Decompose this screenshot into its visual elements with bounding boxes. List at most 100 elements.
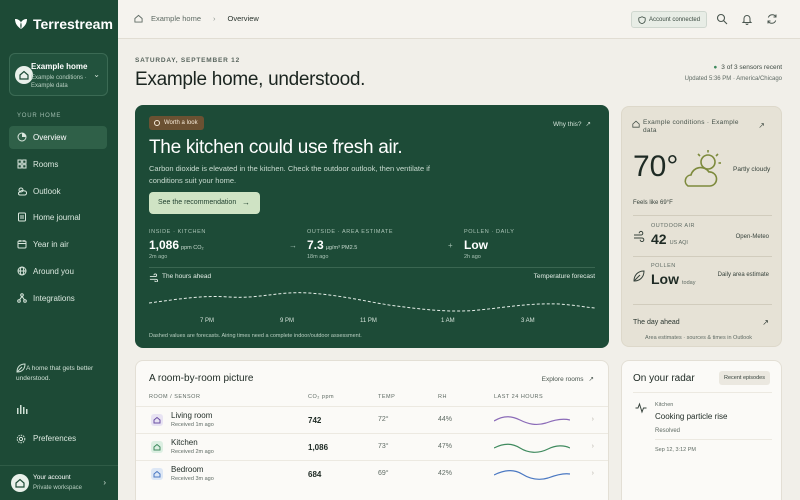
room-rh: 44% — [438, 416, 453, 423]
room-received: Received 3m ago — [171, 476, 214, 482]
alert-dot-icon — [154, 120, 160, 126]
room-name: Kitchen — [171, 438, 198, 447]
hours-ahead-label: The hours ahead — [149, 273, 211, 282]
app-logo[interactable]: Terrestream — [14, 16, 113, 32]
column-header: ROOM / SENSOR — [149, 394, 201, 400]
divider — [633, 215, 772, 216]
conditions-footnote: Area estimates · sources & times in Outl… — [645, 335, 752, 341]
home-selector[interactable]: Example home Example conditions · Exampl… — [9, 53, 108, 96]
chevron-down-icon: ⌄ — [93, 70, 100, 79]
column-header: TEMP — [378, 394, 396, 400]
sidebar-item-integrations[interactable]: Integrations — [9, 287, 107, 310]
journal-icon — [18, 212, 26, 222]
table-row[interactable]: Living room Received 1m ago 742 72° 44% … — [136, 406, 608, 433]
metric-label: INSIDE · KITCHEN — [149, 229, 206, 235]
forecast-note: Dashed values are forecasts. Airing time… — [149, 333, 362, 339]
radar-card: On your radar Recent episodes Kitchen Co… — [621, 360, 782, 500]
breadcrumb-home[interactable]: Example home — [151, 14, 201, 23]
table-row[interactable]: Kitchen Received 2m ago 1,086 73° 47% › — [136, 433, 608, 460]
room-home-icon — [151, 441, 163, 453]
metric-unit: µg/m³ PM2.5 — [325, 245, 358, 251]
radar-title: On your radar — [633, 373, 695, 384]
divider — [633, 392, 772, 393]
calendar-icon — [17, 240, 27, 249]
column-header: LAST 24 HOURS — [494, 394, 544, 400]
refresh-icon[interactable] — [766, 13, 778, 25]
chevron-right-icon: › — [591, 416, 594, 423]
recommendation-title: The kitchen could use fresh air. — [149, 137, 403, 158]
room-home-icon — [151, 414, 163, 426]
pollen-value: Low today — [651, 271, 696, 287]
sidebar: Terrestream Example home Example conditi… — [0, 0, 118, 500]
home-icon[interactable] — [134, 14, 143, 23]
why-this-link[interactable]: Why this? ↗ — [553, 120, 591, 128]
metric-outside-area: OUTSIDE · AREA ESTIMATE 7.3 µg/m³ PM2.5 1… — [307, 229, 393, 260]
outdoor-air-label: OUTDOOR AIR — [651, 223, 696, 229]
sidebar-item-label: Integrations — [33, 294, 75, 303]
account-status-badge[interactable]: Account connected — [631, 11, 707, 28]
temperature-forecast-label: Temperature forecast — [533, 273, 595, 280]
partly-cloudy-icon — [684, 150, 721, 187]
tick-label: 7 PM — [200, 318, 215, 324]
see-recommendation-button[interactable]: See the recommendation → — [149, 192, 260, 214]
room-received: Received 2m ago — [171, 449, 214, 455]
room-home-icon — [151, 468, 163, 480]
bar-chart-icon[interactable] — [16, 404, 28, 414]
page-title: Example home, understood. — [135, 69, 366, 90]
preferences-link[interactable]: Preferences — [16, 434, 76, 444]
pollen-source: Daily area estimate — [717, 272, 769, 278]
search-icon[interactable] — [716, 13, 728, 25]
sidebar-item-year-in-air[interactable]: Year in air — [9, 233, 107, 256]
sidebar-item-label: Year in air — [33, 240, 69, 249]
weather-condition: Partly cloudy — [733, 166, 771, 173]
avatar — [11, 474, 29, 492]
table-row[interactable]: Bedroom Received 3m ago 684 69° 42% › — [136, 460, 608, 487]
episode-room: Kitchen — [655, 402, 674, 408]
sidebar-item-around-you[interactable]: Around you — [9, 260, 107, 283]
integrations-icon — [17, 293, 27, 303]
episode-status: Resolved — [655, 428, 681, 434]
sidebar-tagline: A home that gets better understood. — [16, 365, 94, 382]
account-subtitle: Private workspace — [33, 485, 83, 491]
bell-icon[interactable] — [741, 13, 753, 25]
shield-icon — [638, 16, 646, 24]
rooms-icon — [17, 159, 27, 169]
divider — [633, 304, 772, 305]
episode-title[interactable]: Cooking particle rise — [655, 412, 727, 421]
gear-icon — [16, 434, 26, 444]
sidebar-item-label: Outlook — [33, 187, 61, 196]
metric-value: 7.3 — [307, 238, 324, 252]
room-rh: 47% — [438, 443, 453, 450]
room-co2: 684 — [308, 470, 322, 479]
arrow-up-right-icon: ↗ — [585, 121, 591, 128]
home-selector-subtitle: Example conditions · Example data — [31, 75, 87, 89]
tick-label: 3 AM — [521, 318, 535, 324]
sidebar-item-overview[interactable]: Overview — [9, 126, 107, 149]
sidebar-item-label: Rooms — [33, 160, 59, 169]
globe-icon — [17, 266, 27, 276]
tick-label: 1 AM — [441, 318, 455, 324]
recent-episodes-button[interactable]: Recent episodes — [719, 371, 770, 385]
breadcrumb-current: Overview — [227, 14, 259, 23]
account-menu[interactable]: Your account Private workspace › — [0, 465, 118, 500]
chevron-right-icon: › — [591, 470, 594, 477]
day-ahead-link[interactable]: The day ahead — [633, 319, 680, 326]
recommendation-body: Carbon dioxide is elevated in the kitche… — [149, 164, 431, 185]
column-header: CO₂ ppm — [308, 394, 335, 400]
tick-label: 9 PM — [280, 318, 295, 324]
sidebar-item-label: Overview — [33, 133, 67, 142]
metric-inside-kitchen: INSIDE · KITCHEN 1,086 ppm CO₂ 2m ago — [149, 229, 206, 260]
sidebar-item-outlook[interactable]: Outlook — [9, 180, 107, 203]
sidebar-item-rooms[interactable]: Rooms — [9, 153, 107, 176]
explore-rooms-link[interactable]: Explore rooms ↗ — [542, 375, 594, 383]
room-name: Living room — [171, 411, 213, 420]
sidebar-item-home-journal[interactable]: Home journal — [9, 206, 107, 229]
arrow-up-right-icon[interactable]: ↗ — [762, 318, 769, 327]
feels-like: Feels like 69°F — [633, 200, 673, 206]
room-rh: 42% — [438, 470, 453, 477]
metric-pollen-daily: POLLEN · DAILY Low 2h ago — [464, 229, 514, 260]
arrow-right-icon: → — [242, 198, 250, 207]
pollen-leaf-icon — [633, 270, 645, 282]
rooms-card: A room-by-room picture Explore rooms ↗ RO… — [135, 360, 609, 500]
arrow-up-right-icon[interactable]: ↗ — [758, 121, 765, 130]
